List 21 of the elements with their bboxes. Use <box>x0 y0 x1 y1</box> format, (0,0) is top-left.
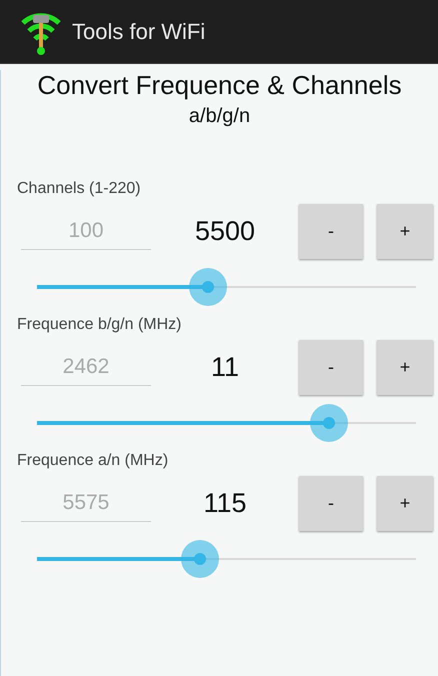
page-title: Convert Frequence & Channels <box>36 70 403 101</box>
result-value: 11 <box>210 352 240 382</box>
field-label: Frequence b/g/n (MHz) <box>17 316 182 334</box>
result-value: 5500 <box>194 216 256 246</box>
input-field[interactable]: 5575 <box>21 484 151 522</box>
slider-thumb[interactable] <box>188 268 227 306</box>
decrement-button[interactable]: - <box>299 476 363 530</box>
increment-button[interactable]: + <box>377 476 433 530</box>
decrement-button[interactable]: - <box>299 340 363 394</box>
result-value: 115 <box>202 488 248 518</box>
increment-button[interactable]: + <box>377 204 433 258</box>
slider-thumb[interactable] <box>310 404 348 442</box>
app-title: Tools for WiFi <box>72 18 206 44</box>
input-field[interactable]: 2462 <box>21 348 151 386</box>
increment-button[interactable]: + <box>377 340 433 394</box>
slider-thumb[interactable] <box>180 540 219 578</box>
input-field[interactable]: 100 <box>21 212 151 250</box>
field-label: Channels (1-220) <box>17 180 141 198</box>
decrement-button[interactable]: - <box>299 204 363 258</box>
page-subtitle: a/b/g/n <box>188 105 252 128</box>
field-label: Frequence a/n (MHz) <box>17 452 168 470</box>
